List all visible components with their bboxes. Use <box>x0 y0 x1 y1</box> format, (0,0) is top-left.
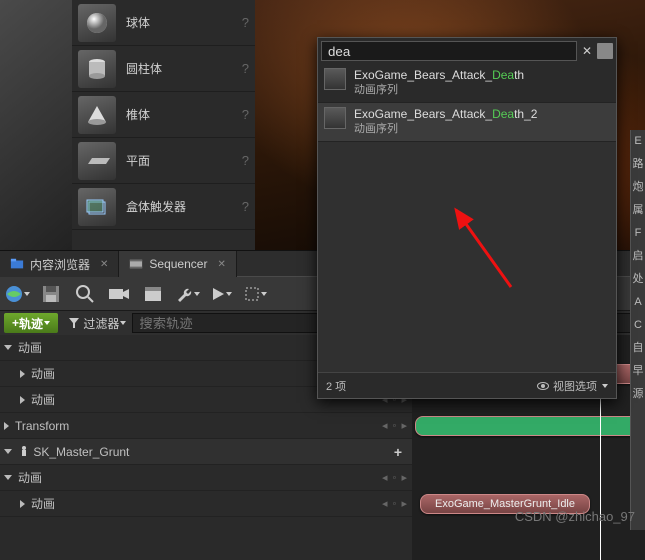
anim-track-row[interactable]: 动画◂ ◦ ▸ <box>0 491 412 517</box>
cylinder-icon <box>78 50 116 88</box>
search-result[interactable]: ExoGame_Bears_Attack_Death_2 动画序列 <box>318 103 616 142</box>
anim-asset-icon <box>324 107 346 129</box>
clip-green[interactable] <box>415 416 645 436</box>
shape-label: 球体 <box>126 14 242 31</box>
section-label: 动画 <box>18 469 382 486</box>
sphere-icon <box>78 4 116 42</box>
shape-label: 盒体触发器 <box>126 198 242 215</box>
actor-label: SK_Master_Grunt <box>33 445 393 459</box>
result-title: ExoGame_Bears_Attack_Death <box>354 68 524 83</box>
view-options-label: 视图选项 <box>553 378 597 394</box>
close-icon[interactable]: ✕ <box>217 259 225 270</box>
skeletal-mesh-icon <box>18 445 30 459</box>
result-title: ExoGame_Bears_Attack_Death_2 <box>354 107 537 122</box>
save-button[interactable] <box>38 281 64 307</box>
help-icon[interactable]: ? <box>242 153 249 168</box>
popup-body <box>318 142 616 372</box>
shape-cone[interactable]: 椎体 ? <box>72 92 255 138</box>
right-details-strip: E路炮属F启处AC自早源 <box>630 130 645 530</box>
track-label: Transform <box>15 419 382 433</box>
cone-icon <box>78 96 116 134</box>
help-icon[interactable]: ? <box>242 61 249 76</box>
shape-label: 平面 <box>126 152 242 169</box>
clear-icon[interactable]: ✕ <box>579 44 595 58</box>
asset-search-input[interactable] <box>321 41 577 61</box>
plane-icon <box>78 142 116 180</box>
search-result[interactable]: ExoGame_Bears_Attack_Death 动画序列 <box>318 64 616 103</box>
anim-asset-icon <box>324 68 346 90</box>
key-nav-icons[interactable]: ◂ ◦ ▸ <box>382 419 408 432</box>
user-icon[interactable] <box>597 43 613 59</box>
help-icon[interactable]: ? <box>242 107 249 122</box>
asset-search-popup: ✕ ExoGame_Bears_Attack_Death 动画序列 ExoGam… <box>317 37 617 399</box>
world-button[interactable] <box>4 281 30 307</box>
watermark: CSDN @zhichao_97 <box>515 509 635 524</box>
result-subtitle: 动画序列 <box>354 83 524 98</box>
clapper-button[interactable] <box>140 281 166 307</box>
add-track-button[interactable]: + 轨迹 <box>4 313 58 333</box>
actor-row[interactable]: SK_Master_Grunt+ <box>0 439 412 465</box>
close-icon[interactable]: ✕ <box>100 259 108 270</box>
tab-label: Sequencer <box>149 257 207 271</box>
folder-icon <box>10 257 24 271</box>
camera-button[interactable] <box>106 281 132 307</box>
view-options-button[interactable]: 视图选项 <box>537 378 608 394</box>
anim-section-row[interactable]: 动画◂ ◦ ▸ <box>0 465 412 491</box>
shape-palette: 球体 ? 圆柱体 ? 椎体 ? 平面 ? 盒体触发器 ? <box>0 0 255 250</box>
help-icon[interactable]: ? <box>242 199 249 214</box>
tab-sequencer[interactable]: Sequencer ✕ <box>119 251 236 277</box>
box-trigger-icon <box>78 188 116 226</box>
key-nav-icons[interactable]: ◂ ◦ ▸ <box>382 497 408 510</box>
result-count: 2 项 <box>326 378 346 394</box>
shape-box-trigger[interactable]: 盒体触发器 ? <box>72 184 255 230</box>
marquee-button[interactable] <box>242 281 268 307</box>
filter-button[interactable]: 过滤器 <box>62 315 132 332</box>
play-button[interactable] <box>208 281 234 307</box>
key-nav-icons[interactable]: ◂ ◦ ▸ <box>382 471 408 484</box>
shape-label: 圆柱体 <box>126 60 242 77</box>
track-label: 动画 <box>31 495 382 512</box>
section-label: 动画 <box>18 339 337 356</box>
search-button[interactable] <box>72 281 98 307</box>
tab-content-browser[interactable]: 内容浏览器 ✕ <box>0 251 119 277</box>
plus-icon[interactable]: + <box>394 444 402 460</box>
shape-plane[interactable]: 平面 ? <box>72 138 255 184</box>
shape-label: 椎体 <box>126 106 242 123</box>
filter-label: 过滤器 <box>83 315 119 332</box>
result-subtitle: 动画序列 <box>354 122 537 137</box>
annotation-arrow-icon <box>446 202 516 292</box>
shape-sphere[interactable]: 球体 ? <box>72 0 255 46</box>
eye-icon <box>537 382 549 390</box>
tab-label: 内容浏览器 <box>30 256 90 273</box>
filter-icon <box>68 317 80 329</box>
add-track-label: 轨迹 <box>19 315 43 332</box>
wrench-button[interactable] <box>174 281 200 307</box>
shape-cylinder[interactable]: 圆柱体 ? <box>72 46 255 92</box>
sequencer-icon <box>129 257 143 271</box>
help-icon[interactable]: ? <box>242 15 249 30</box>
transform-row[interactable]: Transform◂ ◦ ▸ <box>0 413 412 439</box>
